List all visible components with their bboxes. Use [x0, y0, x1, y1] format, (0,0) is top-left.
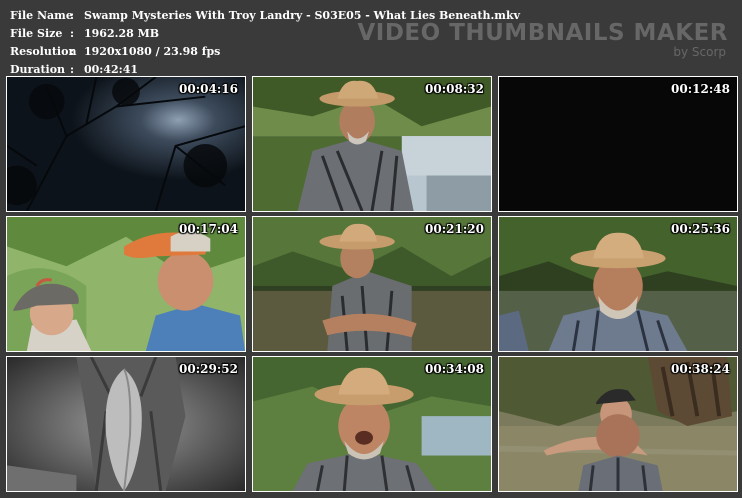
thumbnail-image-man-arms-crossed [253, 217, 491, 351]
timestamp: 00:34:08 [425, 362, 484, 376]
thumbnail-3[interactable]: 00:12:48 [498, 76, 738, 212]
resolution-value: 1920x1080 / 23.98 fps [84, 45, 221, 58]
file-name-label: File Name [10, 9, 73, 22]
thumbnail-image-man-hat-river [253, 77, 491, 211]
brand-subtitle: by Scorp [673, 45, 726, 59]
thumbnail-7[interactable]: 00:29:52 [6, 356, 246, 492]
separator: : [70, 27, 75, 40]
resolution-label: Resolution [10, 45, 77, 58]
timestamp: 00:21:20 [425, 222, 484, 236]
timestamp: 00:38:24 [671, 362, 730, 376]
timestamp: 00:08:32 [425, 82, 484, 96]
timestamp: 00:17:04 [179, 222, 238, 236]
thumbnail-image-black-frame [499, 77, 737, 211]
thumbnail-1[interactable]: 00:04:16 [6, 76, 246, 212]
thumbnail-9[interactable]: 00:38:24 [498, 356, 738, 492]
timestamp: 00:12:48 [671, 82, 730, 96]
thumbnail-6[interactable]: 00:25:36 [498, 216, 738, 352]
thumbnail-image-monochrome-fish [7, 357, 245, 491]
separator: : [70, 45, 75, 58]
thumbnail-4[interactable]: 00:17:04 [6, 216, 246, 352]
thumbnail-5[interactable]: 00:21:20 [252, 216, 492, 352]
thumbnail-8[interactable]: 00:34:08 [252, 356, 492, 492]
thumbnail-grid: 00:04:16 00:08:32 00:12:48 00:17:04 00:2… [6, 76, 738, 492]
thumbnail-image-boy-and-man [7, 217, 245, 351]
thumbnail-image-night-tree [7, 77, 245, 211]
separator: : [70, 9, 75, 22]
brand-title: VIDEO THUMBNAILS MAKER [357, 20, 728, 46]
timestamp: 00:29:52 [179, 362, 238, 376]
timestamp: 00:25:36 [671, 222, 730, 236]
file-size-value: 1962.28 MB [84, 27, 160, 40]
brand-watermark: VIDEO THUMBNAILS MAKER by Scorp [357, 20, 728, 58]
thumbnail-image-men-wading [499, 357, 737, 491]
file-size-label: File Size [10, 27, 63, 40]
timestamp: 00:04:16 [179, 82, 238, 96]
thumbnail-image-man-laughing [253, 357, 491, 491]
thumbnail-2[interactable]: 00:08:32 [252, 76, 492, 212]
thumbnail-image-bearded-man [499, 217, 737, 351]
